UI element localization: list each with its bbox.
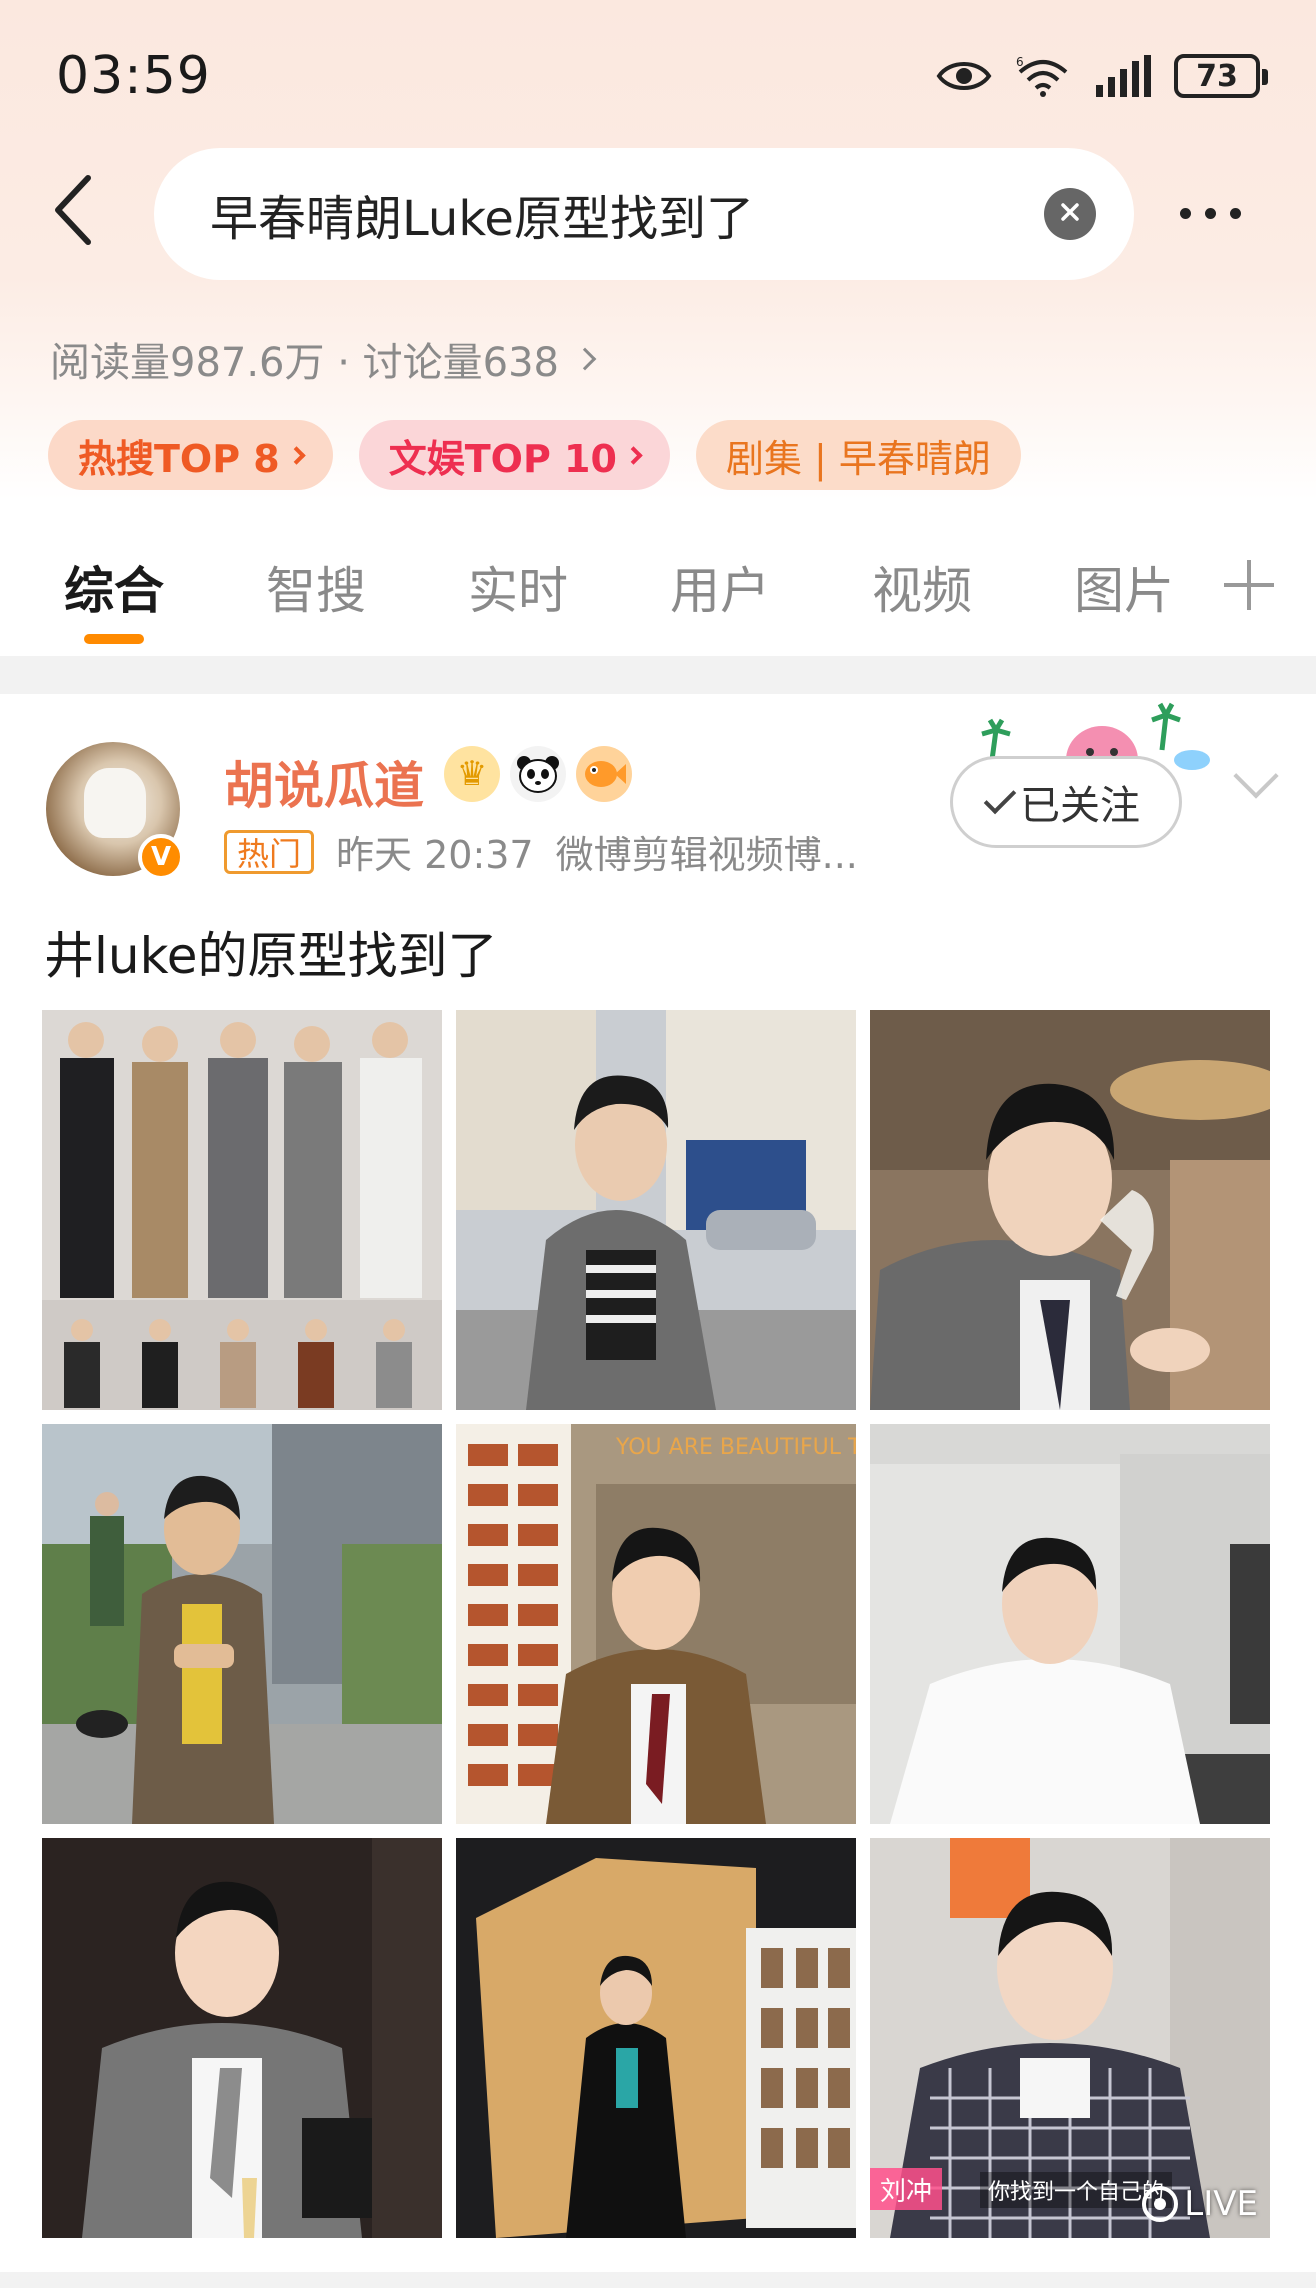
post-image-3[interactable] — [870, 1010, 1270, 1410]
search-tabs: 综合 智搜 实时 用户 视频 图片 — [0, 545, 1316, 655]
tab-users[interactable]: 用户 — [670, 551, 770, 623]
follow-button[interactable]: 已关注 — [950, 756, 1182, 848]
svg-text:6: 6 — [1016, 55, 1024, 69]
entertainment-label: 文娱TOP 10 — [388, 436, 617, 481]
drama-tag[interactable]: 剧集 | 早春晴朗 — [695, 420, 1021, 490]
section-divider — [0, 656, 1316, 694]
chevron-right-icon — [624, 445, 643, 465]
avatar-image — [84, 768, 146, 838]
chevron-right-icon — [287, 445, 306, 465]
back-button[interactable] — [48, 170, 108, 260]
tab-images[interactable]: 图片 — [1074, 551, 1174, 623]
search-query[interactable]: 早春晴朗Luke原型找到了 — [210, 179, 754, 249]
chevron-down-icon[interactable] — [1233, 753, 1279, 799]
follow-label: 已关注 — [1020, 783, 1140, 829]
add-tab-icon[interactable] — [1224, 560, 1274, 610]
hot-search-label: 热搜TOP 8 — [78, 436, 280, 481]
signal-icon — [1094, 55, 1152, 97]
drama-label: 剧集 | 早春晴朗 — [725, 436, 991, 481]
post-image-9[interactable]: 刘冲 你找到一个自己的 LIVE — [870, 1838, 1270, 2238]
more-button[interactable] — [1180, 198, 1260, 228]
post-image-5[interactable]: YOU ARE BEAUTIFUL TO — [456, 1424, 856, 1824]
stats-text: 阅读量987.6万 · 讨论量638 — [50, 340, 560, 386]
post-image-2[interactable] — [456, 1010, 856, 1410]
active-tab-indicator — [84, 634, 144, 644]
search-box[interactable]: 早春晴朗Luke原型找到了 — [154, 148, 1134, 280]
clear-icon — [1058, 200, 1082, 228]
status-icons: 6 73 — [936, 54, 1268, 98]
fish-icon[interactable] — [576, 746, 632, 802]
eye-icon — [936, 58, 992, 94]
wifi-6-icon: 6 — [1014, 54, 1072, 98]
post-image-7[interactable] — [42, 1838, 442, 2238]
author-badges: ♛ — [444, 746, 632, 802]
live-photo-badge[interactable]: LIVE — [1142, 2184, 1258, 2224]
topic-tags: 热搜TOP 8 文娱TOP 10 剧集 | 早春晴朗 — [48, 420, 1021, 490]
battery-icon: 73 — [1174, 54, 1268, 98]
post-image-8[interactable] — [456, 1838, 856, 2238]
tab-realtime[interactable]: 实时 — [468, 551, 568, 623]
post-time: 昨天 20:37 — [336, 833, 534, 877]
tab-smart-search[interactable]: 智搜 — [266, 551, 366, 623]
post-image-1[interactable] — [42, 1010, 442, 1410]
entertainment-tag[interactable]: 文娱TOP 10 — [358, 420, 670, 490]
hot-label: 热门 — [224, 829, 315, 874]
live-icon — [1142, 2186, 1179, 2222]
status-bar: 03:59 6 73 — [0, 0, 1316, 140]
status-time: 03:59 — [56, 46, 211, 106]
checkmark-icon — [983, 781, 1017, 815]
post-image-6[interactable] — [870, 1424, 1270, 1824]
post-source[interactable]: 微博剪辑视频博... — [556, 824, 858, 879]
tab-comprehensive[interactable]: 综合 — [64, 551, 164, 623]
verified-badge: V — [138, 834, 184, 880]
hot-search-tag[interactable]: 热搜TOP 8 — [48, 420, 333, 490]
post-image-4[interactable] — [42, 1424, 442, 1824]
more-icon-dot — [1205, 207, 1216, 219]
post-text: 井luke的原型找到了 — [44, 927, 498, 985]
tab-video[interactable]: 视频 — [872, 551, 972, 623]
clear-search-button[interactable] — [1044, 188, 1096, 240]
author-name[interactable]: 胡说瓜道 — [224, 746, 424, 818]
chevron-right-icon — [573, 347, 597, 371]
topic-stats[interactable]: 阅读量987.6万 · 讨论量638 — [50, 330, 597, 388]
post-meta: 热门 昨天 20:37 微博剪辑视频博... — [224, 824, 858, 879]
crown-icon[interactable]: ♛ — [444, 746, 500, 802]
sign-text: YOU ARE BEAUTIFUL TO — [615, 1435, 856, 1460]
name-caption: 刘冲 — [870, 2168, 943, 2210]
battery-level: 73 — [1196, 58, 1238, 94]
more-icon-dot — [1230, 207, 1241, 219]
more-icon-dot — [1180, 207, 1191, 219]
back-arrow-icon — [48, 175, 98, 254]
post-image-grid: YOU ARE BEAUTIFUL TO 刘冲 你找到一个自己的 LIVE — [42, 1010, 1274, 2238]
bottom-divider — [0, 2272, 1316, 2288]
live-label: LIVE — [1184, 2184, 1258, 2224]
panda-icon[interactable] — [510, 746, 566, 802]
